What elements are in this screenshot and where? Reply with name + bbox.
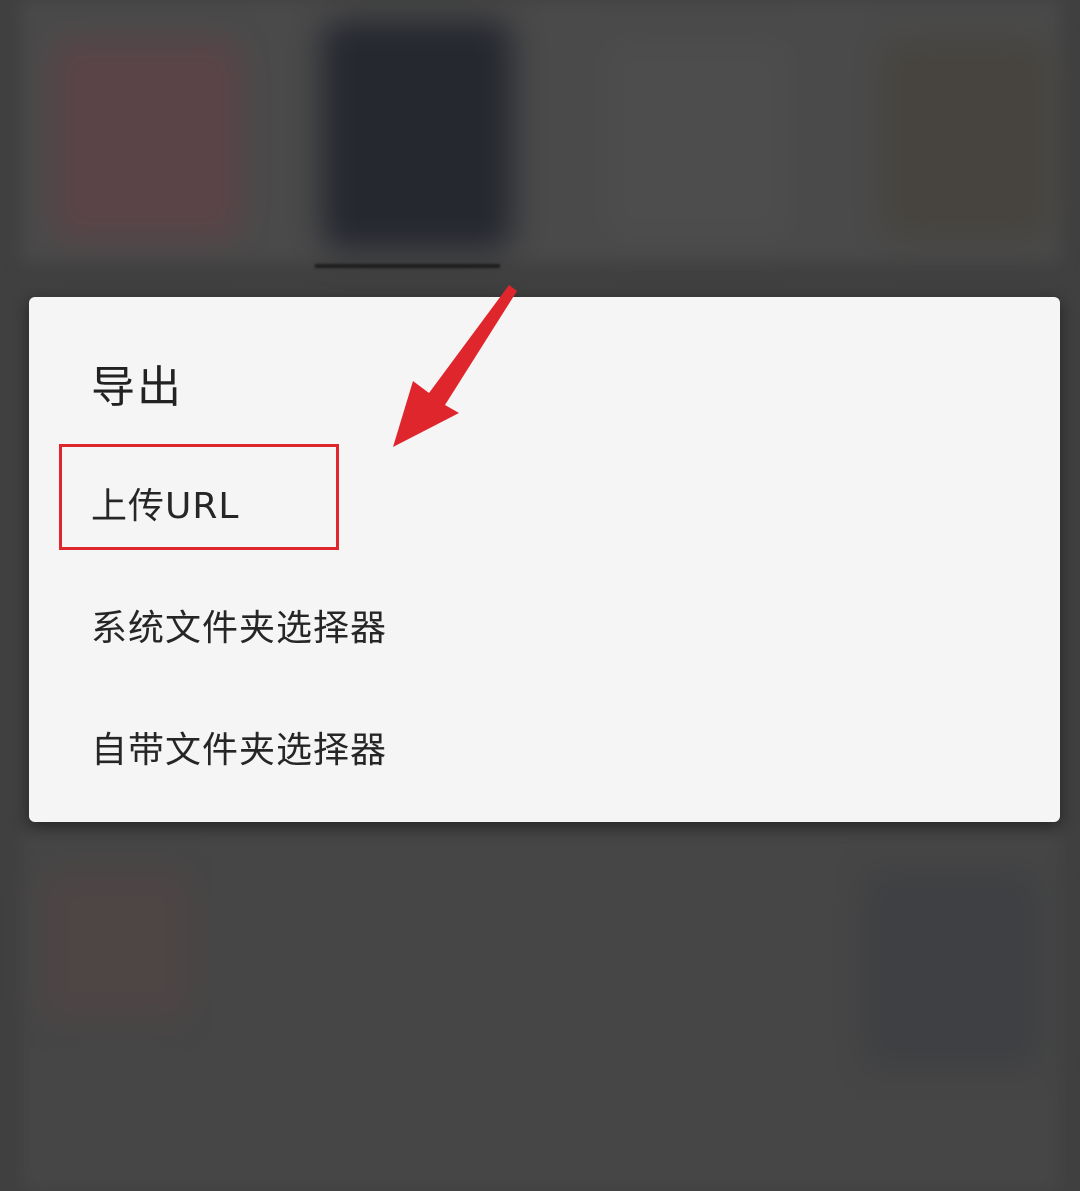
background-content-top [22,0,1060,262]
screen: 导出 上传URL 系统文件夹选择器 自带文件夹选择器 [0,0,1080,1191]
option-builtin-folder-picker[interactable]: 自带文件夹选择器 [29,689,1060,799]
export-dialog: 导出 上传URL 系统文件夹选择器 自带文件夹选择器 [29,297,1060,822]
background-thumbnail [862,870,1042,1070]
background-thumbnail [602,40,792,240]
dialog-title: 导出 [91,362,183,413]
background-content-bottom [22,830,1060,1191]
pointer-arrow-icon [393,285,517,447]
option-label: 系统文件夹选择器 [91,608,388,649]
background-thumbnail [322,20,512,250]
background-thumbnail [42,870,192,1020]
option-system-folder-picker[interactable]: 系统文件夹选择器 [29,567,1060,677]
highlight-box [59,444,339,550]
option-label: 自带文件夹选择器 [91,730,388,771]
background-thumbnail [882,40,1052,240]
background-tab-indicator [315,264,500,268]
background-thumbnail [52,40,242,240]
